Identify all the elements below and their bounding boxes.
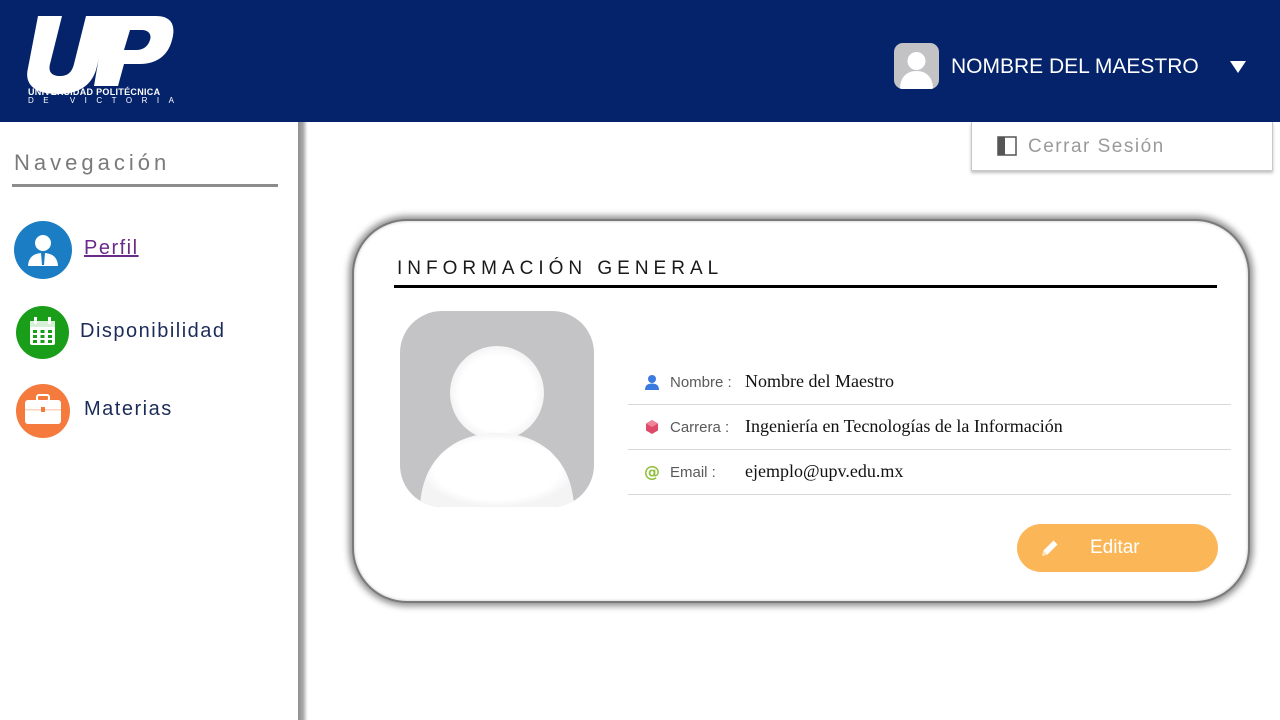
user-dropdown-menu: Cerrar Sesión <box>971 122 1273 171</box>
info-label: Email : <box>670 464 716 481</box>
avatar-placeholder-icon <box>420 346 574 507</box>
info-label: Carrera : <box>670 419 730 436</box>
sidebar-item-disponibilidad[interactable]: Disponibilidad <box>16 306 246 360</box>
sidebar-title-underline <box>12 184 278 187</box>
svg-text:@: @ <box>644 463 660 481</box>
sidebar-item-materias[interactable]: Materias <box>16 384 196 438</box>
info-value-nombre: Nombre del Maestro <box>745 371 894 391</box>
sidebar-item-perfil[interactable]: Perfil <box>14 221 154 279</box>
card-title: INFORMACIÓN GENERAL <box>397 258 724 279</box>
info-row-carrera: Carrera : Ingeniería en Tecnologías de l… <box>628 405 1231 450</box>
at-icon: @ <box>644 463 660 481</box>
card-title-underline <box>394 285 1217 288</box>
logout-icon <box>997 136 1017 156</box>
sidebar-item-label[interactable]: Disponibilidad <box>80 320 226 343</box>
sidebar-divider <box>298 122 308 720</box>
user-avatar[interactable] <box>894 43 939 89</box>
edit-button-label: Editar <box>1090 537 1140 558</box>
info-row-email: @ Email : ejemplo@upv.edu.mx <box>628 450 1231 495</box>
info-value-email: ejemplo@upv.edu.mx <box>745 461 904 481</box>
sidebar-item-label[interactable]: Perfil <box>84 237 139 260</box>
logout-button[interactable]: Cerrar Sesión <box>1028 136 1165 158</box>
briefcase-icon <box>16 384 70 438</box>
sidebar-title: Navegación <box>14 150 171 175</box>
cube-icon <box>646 420 658 434</box>
info-row-nombre: Nombre : Nombre del Maestro <box>628 360 1231 405</box>
top-header: ​ UNIVERSIDAD POLITÉCNICA DE VICTORIA NO… <box>0 0 1280 122</box>
logo-university-place: DE VICTORIA <box>28 96 184 105</box>
chevron-down-icon[interactable] <box>1230 61 1246 73</box>
person-icon <box>645 375 659 390</box>
info-label: Nombre : <box>670 374 732 391</box>
user-name[interactable]: NOMBRE DEL MAESTRO <box>951 55 1199 79</box>
info-value-carrera: Ingeniería en Tecnologías de la Informac… <box>745 416 1063 436</box>
calendar-icon <box>16 306 69 359</box>
sidebar-item-label[interactable]: Materias <box>84 398 173 421</box>
profile-photo <box>400 311 594 507</box>
edit-button[interactable]: Editar <box>1017 524 1218 572</box>
user-icon <box>14 221 72 279</box>
avatar-icon <box>900 52 933 89</box>
pencil-icon <box>1042 540 1058 556</box>
